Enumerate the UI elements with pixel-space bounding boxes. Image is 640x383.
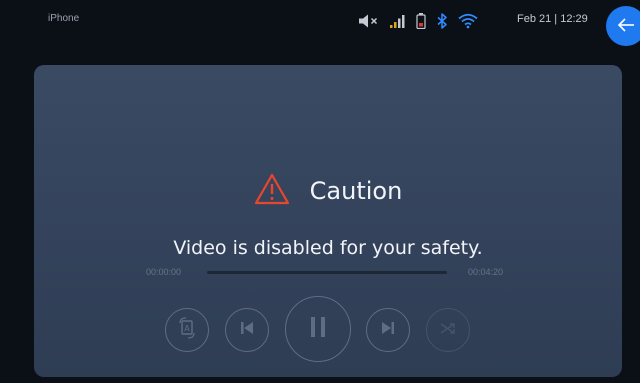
shuffle-button[interactable] [426,308,470,352]
shuffle-icon [439,320,457,340]
safety-message: Video is disabled for your safety. [173,237,483,259]
caution-header: Caution [34,173,622,209]
video-panel: Caution Video is disabled for your safet… [34,65,622,377]
back-button[interactable] [606,6,640,46]
previous-button[interactable] [225,308,269,352]
signal-icon [390,14,406,28]
pause-button[interactable] [285,296,351,362]
caution-title: Caution [309,177,403,205]
next-button[interactable] [366,308,410,352]
svg-text:A: A [184,324,190,333]
status-icons [358,9,488,33]
elapsed-time: 00:00:00 [146,267,182,277]
battery-icon [416,13,426,29]
bluetooth-icon [436,13,448,29]
arrow-left-icon [617,17,635,36]
status-bar: iPhone Feb 21 | 12:29 [0,0,640,46]
subtitle-language-button[interactable]: A [165,308,209,352]
progress-bar[interactable] [207,271,447,274]
mute-icon [358,14,380,28]
date-time: Feb 21 | 12:29 [517,13,588,25]
language-icon: A [177,317,197,343]
wifi-icon [458,13,478,29]
total-time: 00:04:20 [468,267,504,277]
device-name: iPhone [48,13,80,24]
skip-previous-icon [239,320,255,340]
playback-controls: A [34,294,622,364]
skip-next-icon [380,320,396,340]
warning-triangle-icon [254,173,290,209]
pause-icon [308,315,328,343]
